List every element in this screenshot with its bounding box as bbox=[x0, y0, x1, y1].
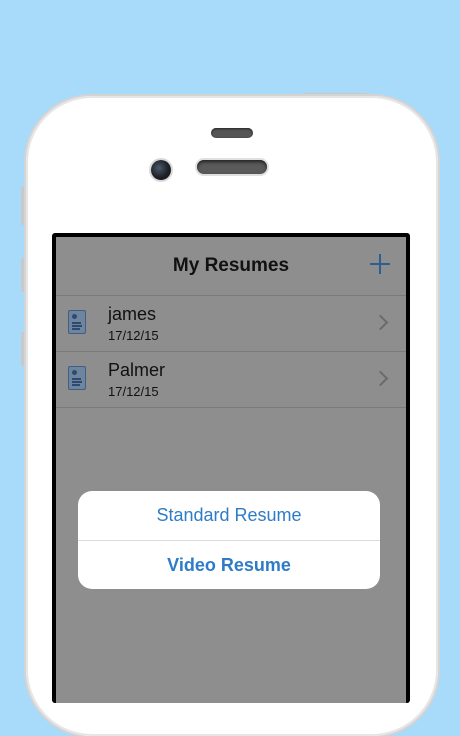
action-sheet: Standard Resume Video Resume bbox=[78, 491, 380, 589]
chevron-right-icon bbox=[372, 370, 389, 387]
resume-name: Palmer bbox=[108, 360, 166, 380]
resume-date: 17/12/15 bbox=[108, 328, 159, 343]
navigation-bar: My Resumes bbox=[56, 237, 406, 296]
phone-screen: My Resumes james 17/12/15 Palmer 17/12/1… bbox=[52, 233, 410, 703]
earpiece-speaker bbox=[197, 160, 267, 174]
add-resume-button[interactable] bbox=[368, 252, 392, 276]
resume-name: james bbox=[108, 304, 157, 324]
resume-row[interactable]: james 17/12/15 bbox=[56, 296, 406, 352]
resume-document-icon bbox=[68, 310, 86, 334]
proximity-sensor bbox=[211, 128, 253, 138]
resume-date: 17/12/15 bbox=[108, 384, 159, 399]
resume-document-icon bbox=[68, 366, 86, 390]
video-resume-button[interactable]: Video Resume bbox=[78, 541, 380, 589]
standard-resume-button[interactable]: Standard Resume bbox=[78, 491, 380, 541]
resume-row[interactable]: Palmer 17/12/15 bbox=[56, 352, 406, 408]
app-view: My Resumes james 17/12/15 Palmer 17/12/1… bbox=[56, 237, 406, 703]
chevron-right-icon bbox=[372, 314, 389, 331]
front-camera bbox=[151, 160, 171, 180]
page-title: My Resumes bbox=[172, 255, 290, 276]
